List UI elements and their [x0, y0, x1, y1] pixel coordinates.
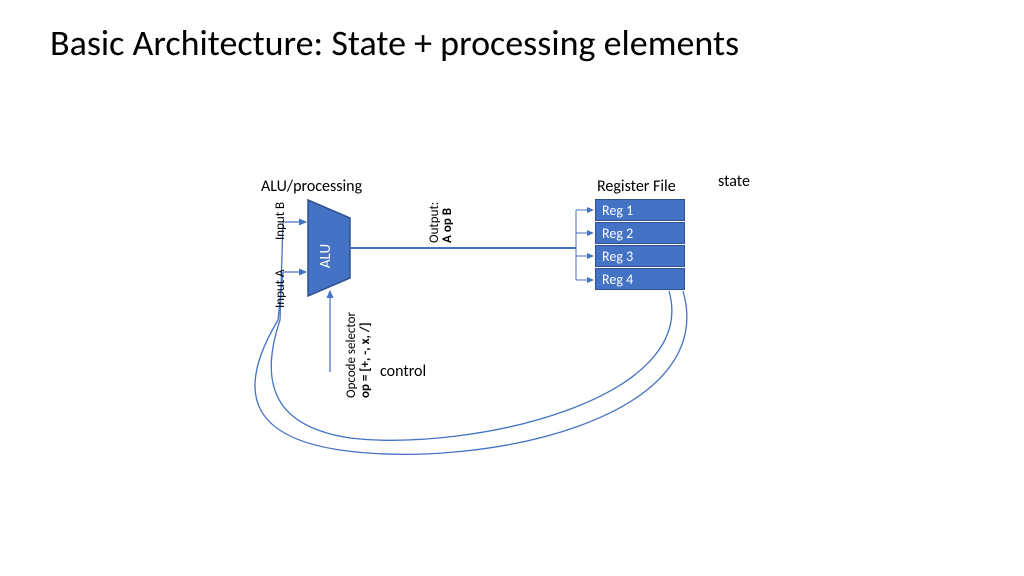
- register-4: Reg 4: [595, 268, 685, 290]
- slide: Basic Architecture: State + processing e…: [0, 0, 1024, 576]
- input-b-label: Input B: [273, 202, 288, 240]
- diagram-svg: ALU: [0, 0, 1024, 576]
- opcode-label-1: Opcode selector: [344, 312, 359, 398]
- register-2: Reg 2: [595, 222, 685, 244]
- register-1: Reg 1: [595, 199, 685, 221]
- feedback-curve-a: [255, 272, 687, 454]
- register-3: Reg 3: [595, 245, 685, 267]
- alu-block-text: ALU: [317, 244, 335, 268]
- opcode-label-2: op = [+, -, x, /]: [358, 322, 373, 398]
- output-label-2: A op B: [440, 208, 455, 243]
- input-a-label: Input A: [273, 269, 288, 308]
